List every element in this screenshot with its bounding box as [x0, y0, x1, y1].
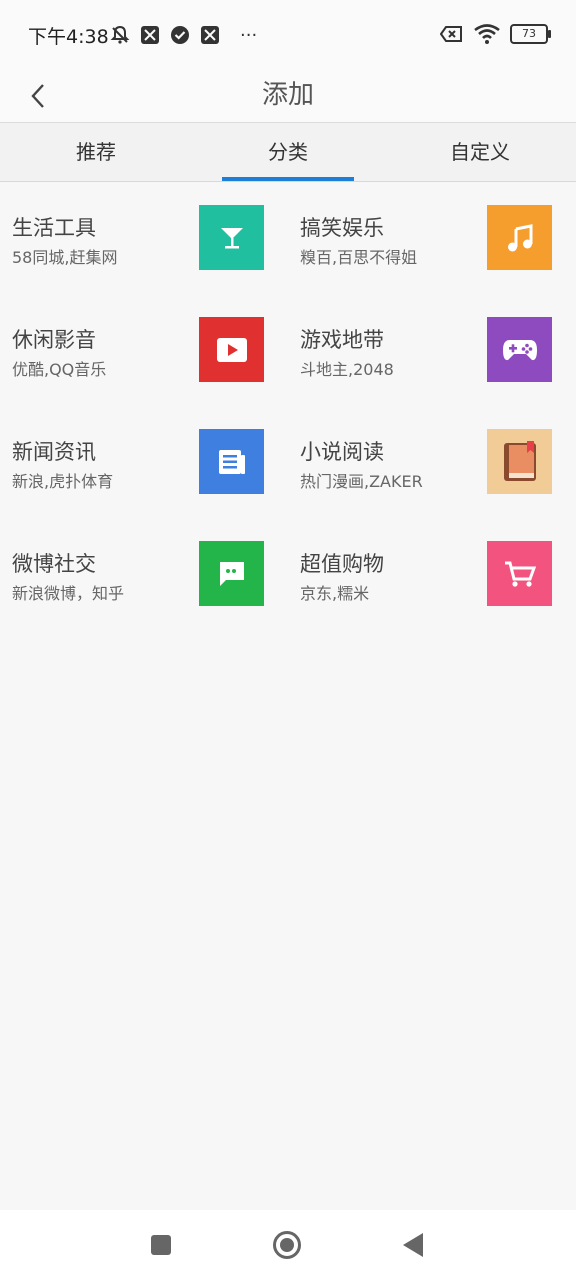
- play-icon: [199, 317, 264, 382]
- category-subtitle: 新浪,虎扑体育: [12, 472, 114, 491]
- category-item-games[interactable]: 游戏地带 斗地主,2048: [288, 294, 576, 406]
- category-subtitle: 新浪微博，知乎: [12, 584, 125, 603]
- category-item-entertainment[interactable]: 搞笑娱乐 糗百,百思不得姐: [288, 182, 576, 294]
- square-icon: [151, 1235, 171, 1255]
- book-icon: [487, 429, 552, 494]
- app-notification-icon: [200, 25, 220, 45]
- category-subtitle: 热门漫画,ZAKER: [300, 472, 423, 491]
- app-notification-icon: [140, 25, 160, 45]
- chat-icon: [199, 541, 264, 606]
- category-item-shopping[interactable]: 超值购物 京东,糯米: [288, 518, 576, 630]
- tab-bar: 推荐 分类 自定义: [0, 123, 576, 182]
- category-title: 休闲影音: [12, 328, 96, 352]
- category-item-media[interactable]: 休闲影音 优酷,QQ音乐: [0, 294, 288, 406]
- triangle-back-icon: [403, 1233, 423, 1257]
- tab-categories[interactable]: 分类: [192, 123, 384, 181]
- category-subtitle: 京东,糯米: [300, 584, 370, 603]
- home-circle-icon: [273, 1231, 301, 1259]
- category-title: 小说阅读: [300, 440, 384, 464]
- recents-button[interactable]: [146, 1230, 176, 1260]
- category-title: 新闻资讯: [12, 440, 96, 464]
- no-sim-icon: [439, 24, 464, 44]
- category-title: 微博社交: [12, 552, 96, 576]
- back-nav-button[interactable]: [398, 1230, 428, 1260]
- category-item-life-tools[interactable]: 生活工具 58同城,赶集网: [0, 182, 288, 294]
- news-icon: [199, 429, 264, 494]
- category-title: 超值购物: [300, 552, 384, 576]
- category-title: 搞笑娱乐: [300, 216, 384, 240]
- home-button[interactable]: [272, 1230, 302, 1260]
- gamepad-icon: [487, 317, 552, 382]
- category-title: 生活工具: [12, 216, 96, 240]
- category-item-news[interactable]: 新闻资讯 新浪,虎扑体育: [0, 406, 288, 518]
- app-bar: 添加: [0, 70, 576, 123]
- status-time: 下午4:38: [28, 26, 109, 48]
- notification-icons: ···: [110, 24, 257, 46]
- wifi-icon: [474, 24, 500, 44]
- music-note-icon: [487, 205, 552, 270]
- category-subtitle: 糗百,百思不得姐: [300, 248, 418, 267]
- more-notifications-icon: ···: [240, 24, 258, 46]
- category-item-reading[interactable]: 小说阅读 热门漫画,ZAKER: [288, 406, 576, 518]
- page-title: 添加: [261, 80, 314, 110]
- muted-bell-icon: [110, 25, 130, 45]
- system-nav-bar: [0, 1210, 576, 1280]
- category-subtitle: 58同城,赶集网: [12, 248, 118, 267]
- category-title: 游戏地带: [300, 328, 384, 352]
- cart-icon: [487, 541, 552, 606]
- status-bar: 下午4:38 ··· 73: [0, 0, 576, 70]
- category-item-social[interactable]: 微博社交 新浪微博，知乎: [0, 518, 288, 630]
- cocktail-icon: [199, 205, 264, 270]
- battery-icon: 73: [510, 24, 551, 44]
- system-icons: 73: [439, 24, 551, 44]
- category-grid: 生活工具 58同城,赶集网 搞笑娱乐 糗百,百思不得姐 休闲影音 优酷,QQ音乐…: [0, 182, 576, 630]
- category-subtitle: 斗地主,2048: [300, 360, 394, 379]
- category-subtitle: 优酷,QQ音乐: [12, 360, 107, 379]
- check-circle-icon: [170, 25, 190, 45]
- tab-custom[interactable]: 自定义: [384, 123, 576, 181]
- tab-recommended[interactable]: 推荐: [0, 123, 192, 181]
